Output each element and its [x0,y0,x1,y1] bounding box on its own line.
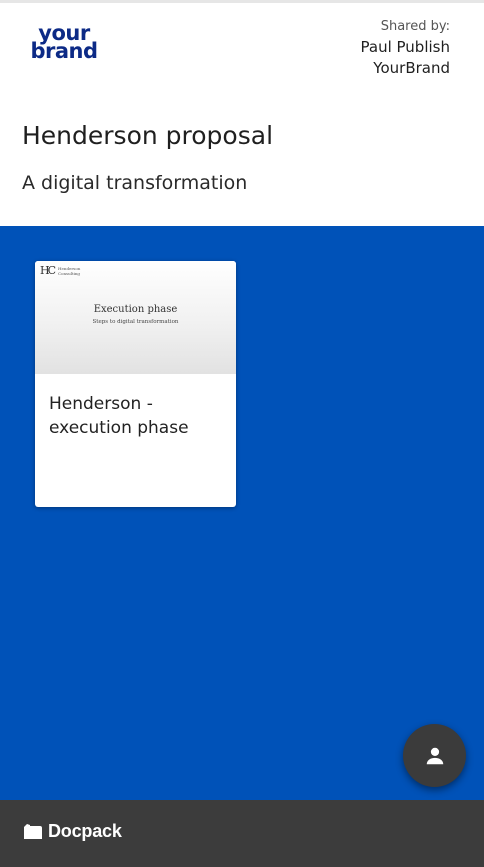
thumbnail-subtitle: Steps to digital transformation [92,319,179,325]
page-footer: Docpack [0,800,484,867]
thumbnail-title: Execution phase [93,304,178,315]
shared-by-name: Paul Publish [360,38,450,56]
shared-by-block: Shared by: Paul Publish YourBrand [361,17,450,79]
document-title: Henderson - execution phase [49,394,189,438]
person-icon [426,747,443,764]
document-card[interactable]: HC Henderson Consulting Execution phase … [35,261,236,507]
thumbnail-logo: HC Henderson Consulting [40,265,80,276]
documents-area: HC Henderson Consulting Execution phase … [0,226,484,800]
thumbnail-logo-org-line2: Consulting [58,270,80,276]
page-subtitle: A digital transformation [22,172,248,194]
thumbnail-logo-org: Henderson Consulting [58,266,80,276]
contact-button[interactable] [403,724,466,787]
page-title: Henderson proposal [22,121,274,150]
shared-by-label: Shared by: [380,19,450,34]
thumbnail-logo-mark: HC [40,264,56,277]
docpack-brand[interactable]: Docpack [23,821,122,842]
document-thumbnail: HC Henderson Consulting Execution phase … [35,261,236,374]
docpack-logo-icon [24,823,42,839]
brand-logo[interactable]: your brand [30,23,98,63]
brand-logo-line2: brand [30,39,98,63]
shared-by-org: YourBrand [373,59,450,77]
page-header: your brand Shared by: Paul Publish YourB… [0,3,484,226]
docpack-name: Docpack [48,821,122,841]
